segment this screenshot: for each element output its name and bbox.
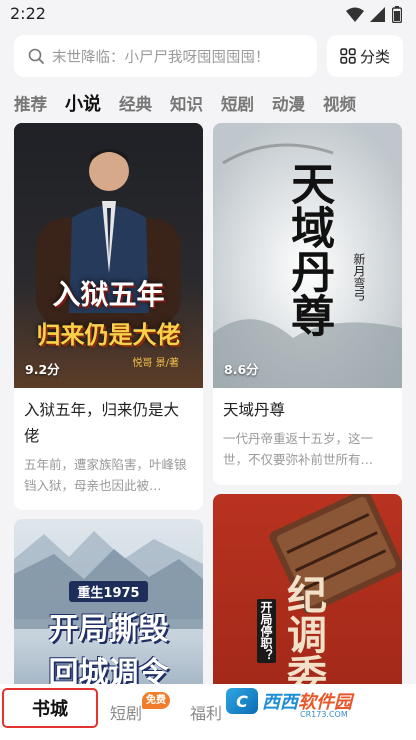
category-label: 分类	[359, 47, 390, 66]
cover-title-line1: 天域	[283, 161, 335, 249]
status-bar: 2:22	[0, 0, 416, 30]
status-icons	[346, 6, 402, 23]
book-card[interactable]: 天域 丹尊 新月弯弓 8.6分 天域丹尊 一代丹帝重返十五岁，这一世，不仅要弥补…	[213, 123, 402, 485]
cover-title: 天域 丹尊	[273, 161, 343, 337]
book-cover: 入狱五年 归来仍是大佬 悦哥 景/著 9.2分	[14, 123, 203, 388]
cover-title-line1: 纪调委	[280, 574, 327, 694]
book-rating: 9.2分	[25, 362, 60, 377]
book-title: 天域丹尊	[223, 401, 286, 419]
search-bar[interactable]: 末世降临：小尸尸我呀囤囤囤囤！	[14, 35, 317, 77]
cover-title-line1: 重生1975	[69, 581, 148, 602]
tab-anime[interactable]: 动漫	[272, 91, 305, 115]
cover-title-line2: 丹尊	[283, 249, 335, 337]
category-tabs: 推荐 小说 经典 知识 短剧 动漫 视频	[14, 90, 414, 116]
book-title: 入狱五年，归来仍是大佬	[24, 401, 180, 445]
signal-icon	[370, 6, 385, 22]
cover-title-line2: 归来仍是大佬	[36, 321, 181, 349]
nav-bookstore[interactable]: 书城	[2, 688, 98, 728]
cover-title-line2: 开局撕毁	[48, 612, 169, 647]
search-placeholder: 末世降临：小尸尸我呀囤囤囤囤！	[52, 49, 270, 66]
bottom-nav: 书城 短剧 免费 福利 C 西西软件园 CR173.COM	[0, 684, 416, 740]
watermark-sub: CR173.COM	[300, 710, 348, 719]
book-cover: 天域 丹尊 新月弯弓 8.6分	[213, 123, 402, 388]
category-button[interactable]: 分类	[327, 35, 403, 77]
tab-novel[interactable]: 小说	[65, 90, 101, 116]
tab-short-drama[interactable]: 短剧	[221, 91, 254, 115]
search-icon	[28, 48, 44, 64]
cover-title-line1: 入狱五年	[52, 278, 165, 311]
battery-icon	[392, 6, 402, 23]
cover-title: 重生1975 开局撕毁 回城调令	[14, 581, 203, 692]
watermark-text-a: 西西	[262, 692, 298, 713]
tab-recommend[interactable]: 推荐	[14, 91, 47, 115]
book-description: 一代丹帝重返十五岁，这一世，不仅要弥补前世所有…	[223, 431, 374, 467]
cover-title: 入狱五年 归来仍是大佬 悦哥 景/著	[14, 273, 203, 369]
grid-icon	[340, 48, 356, 64]
nav-short-drama[interactable]: 短剧	[110, 700, 142, 724]
wifi-icon	[346, 7, 364, 22]
book-rating: 8.6分	[224, 362, 259, 377]
cover-side-text: 开局停职？	[257, 599, 276, 663]
tab-knowledge[interactable]: 知识	[170, 91, 203, 115]
tab-classic[interactable]: 经典	[119, 91, 152, 115]
nav-bookstore-label: 书城	[32, 699, 68, 720]
nav-welfare[interactable]: 福利	[190, 700, 222, 724]
status-time: 2:22	[10, 4, 46, 23]
watermark-logo-icon: C	[226, 688, 258, 714]
tab-video[interactable]: 视频	[323, 91, 356, 115]
book-card[interactable]: 入狱五年 归来仍是大佬 悦哥 景/著 9.2分 入狱五年，归来仍是大佬 五年前，…	[14, 123, 203, 510]
cover-author: 新月弯弓	[352, 253, 366, 301]
book-description: 五年前，遭家族陷害，叶峰锒铛入狱，母亲也因此被…	[24, 457, 187, 493]
free-badge: 免费	[142, 692, 170, 709]
